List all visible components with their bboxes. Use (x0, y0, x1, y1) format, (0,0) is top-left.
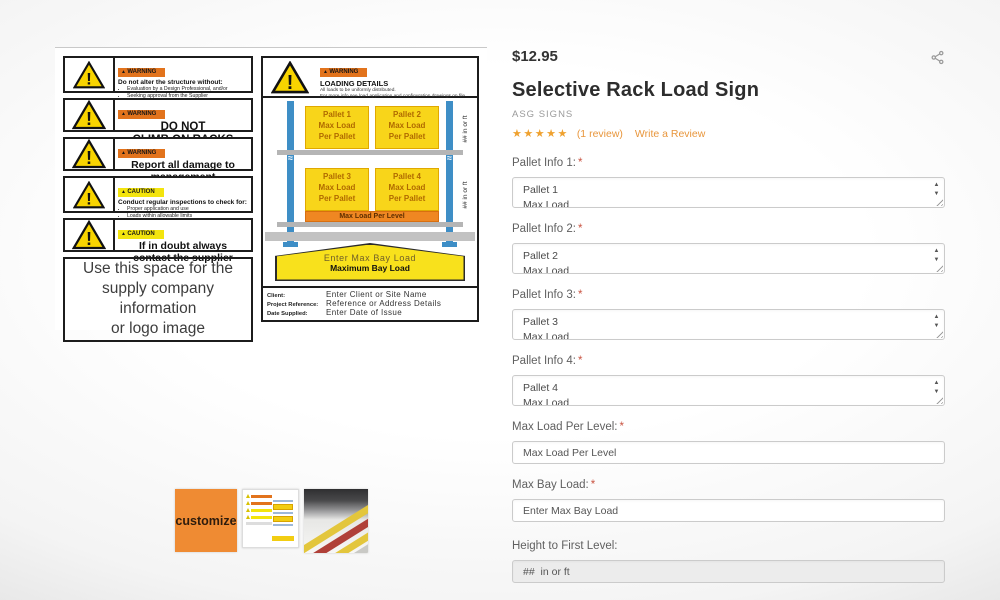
write-review-link[interactable]: Write a Review (635, 128, 705, 140)
thumbnail-customize[interactable]: customize (175, 489, 237, 552)
field-label-pallet-info-4: Pallet Info 4:* (512, 355, 945, 367)
required-asterisk: * (578, 157, 582, 169)
warning-triangle-icon: ! (65, 178, 115, 211)
sign-footer: Client: Enter Client or Site Name Projec… (263, 286, 477, 320)
product-page: ! WARNING Do not alter the structure wit… (0, 0, 1000, 600)
sign-logo-space: Use this space for the supply company in… (63, 257, 253, 342)
field-label-max-load-per-level: Max Load Per Level:* (512, 421, 945, 433)
sign-right-panel: ! WARNING LOADING DETAILS All loads to b… (261, 56, 479, 322)
warning-triangle-icon: ! (65, 139, 115, 169)
product-main-image[interactable]: ! WARNING Do not alter the structure wit… (55, 47, 487, 330)
sign-row-warning-alter: ! WARNING Do not alter the structure wit… (63, 56, 253, 93)
pallet-label-1: Pallet 1 Max Load Per Pallet (305, 106, 369, 149)
warning-triangle-icon: ! (65, 220, 115, 250)
required-asterisk: * (619, 421, 623, 433)
required-asterisk: * (578, 289, 582, 301)
max-bay-load-input[interactable] (512, 499, 945, 522)
footer-label-project-reference: Project Reference: (267, 302, 323, 308)
footer-label-date-supplied: Date Supplied: (267, 311, 323, 317)
pallet-info-3-textarea[interactable]: Pallet 3 Max Load ▲▼ (512, 309, 945, 340)
warning-badge: WARNING (118, 68, 165, 77)
thumbnail-printed-signs-photo[interactable] (304, 489, 368, 553)
pallet-info-2-textarea[interactable]: Pallet 2 Max Load ▲▼ (512, 243, 945, 274)
field-label-max-bay-load: Max Bay Load:* (512, 479, 945, 491)
required-asterisk: * (591, 479, 595, 491)
sign-row-contact-supplier: ! CAUTION If in doubt always contact the… (63, 218, 253, 252)
warning-badge: WARNING (118, 149, 165, 158)
caution-badge: CAUTION (118, 188, 164, 197)
pallet-label-4: Pallet 4 Max Load Per Pallet (375, 168, 439, 211)
pallet-info-1-textarea[interactable]: Pallet 1 Max Load ▲▼ (512, 177, 945, 208)
field-label-pallet-info-2: Pallet Info 2:* (512, 223, 945, 235)
warning-triangle-icon: ! (65, 100, 115, 130)
warning-badge: WARNING (320, 68, 367, 77)
svg-text:!: ! (86, 109, 92, 129)
sign-left-panel: ! WARNING Do not alter the structure wit… (63, 56, 253, 322)
banner-enter-text: Enter Max Bay Load (277, 253, 464, 263)
field-label-pallet-info-1: Pallet Info 1:* (512, 157, 945, 169)
footer-label-client: Client: (267, 293, 323, 299)
scroll-up-arrow-icon: ▲ (934, 248, 940, 254)
caution-title: Conduct regular inspections to check for… (118, 199, 248, 206)
rack-floor (265, 232, 475, 241)
rack-post-left (287, 101, 294, 242)
scroll-up-arrow-icon: ▲ (934, 182, 940, 188)
footer-value-date-supplied: Enter Date of Issue (326, 308, 402, 317)
post-break-mark: ≈ (446, 155, 453, 161)
scroll-down-arrow-icon: ▼ (934, 191, 940, 197)
rack-post-right (446, 101, 453, 242)
svg-text:!: ! (86, 69, 92, 88)
thumbnail-sign-preview[interactable] (242, 489, 299, 548)
sign-loading-details-header: ! WARNING LOADING DETAILS All loads to b… (263, 58, 477, 98)
rack-diagram: ≈ ≈ Pallet 1 Max Load Per Pallet Pallet … (263, 98, 477, 241)
review-count-link[interactable]: (1 review) (577, 128, 623, 140)
warning-badge: WARNING (118, 110, 165, 119)
scroll-up-arrow-icon: ▲ (934, 314, 940, 320)
star-rating: ★★★★★ (512, 127, 569, 140)
max-load-per-level-input[interactable] (512, 441, 945, 464)
pallet-info-4-textarea[interactable]: Pallet 4 Max Load ▲▼ (512, 375, 945, 406)
product-info-column: $12.95 Selective Rack Load Sign ASG SIGN… (512, 48, 945, 583)
scroll-up-arrow-icon: ▲ (934, 380, 940, 386)
sign-row-no-climb: ! WARNING DO NOT CLIMB ON RACKS (63, 98, 253, 132)
banner-caption: Maximum Bay Load (277, 263, 464, 273)
pallet-label-2: Pallet 2 Max Load Per Pallet (375, 106, 439, 149)
field-label-pallet-info-3: Pallet Info 3:* (512, 289, 945, 301)
share-icon[interactable] (930, 50, 945, 70)
product-price: $12.95 (512, 48, 558, 65)
svg-text:!: ! (287, 71, 294, 93)
sign-row-caution-inspections: ! CAUTION Conduct regular inspections to… (63, 176, 253, 213)
svg-text:!: ! (86, 148, 92, 168)
required-asterisk: * (578, 355, 582, 367)
footer-value-client: Enter Client or Site Name (326, 290, 427, 299)
product-title: Selective Rack Load Sign (512, 79, 945, 102)
height-to-first-level-input[interactable] (512, 560, 945, 583)
required-asterisk: * (578, 223, 582, 235)
max-bay-load-banner: Enter Max Bay Load Maximum Bay Load (275, 243, 465, 281)
caution-badge: CAUTION (118, 230, 164, 239)
field-label-height-to-first-level: Height to First Level: (512, 540, 945, 552)
pallet-label-3: Pallet 3 Max Load Per Pallet (305, 168, 369, 211)
loading-details-title: LOADING DETAILS (320, 79, 474, 88)
dimension-label-upper: ## in or ft (462, 99, 472, 159)
svg-text:!: ! (86, 189, 92, 208)
warning-title: Do not alter the structure without: (118, 79, 248, 86)
product-brand[interactable]: ASG SIGNS (512, 109, 945, 120)
sign-row-report-damage: ! WARNING Report all damage to managemen… (63, 137, 253, 171)
scroll-down-arrow-icon: ▼ (934, 389, 940, 395)
rack-beam-upper (277, 150, 463, 155)
thumbnail-strip: customize (175, 489, 368, 553)
scroll-down-arrow-icon: ▼ (934, 323, 940, 329)
rack-beam-lower (277, 222, 463, 227)
svg-text:!: ! (86, 229, 92, 249)
footer-value-project-reference: Reference or Address Details (326, 299, 441, 308)
post-break-mark: ≈ (287, 155, 294, 161)
warning-triangle-icon: ! (65, 58, 115, 91)
dimension-label-lower: ## in or ft (462, 165, 472, 225)
warning-triangle-icon: ! (263, 58, 317, 96)
max-load-per-level-bar: Max Load Per Level (305, 211, 439, 222)
scroll-down-arrow-icon: ▼ (934, 257, 940, 263)
